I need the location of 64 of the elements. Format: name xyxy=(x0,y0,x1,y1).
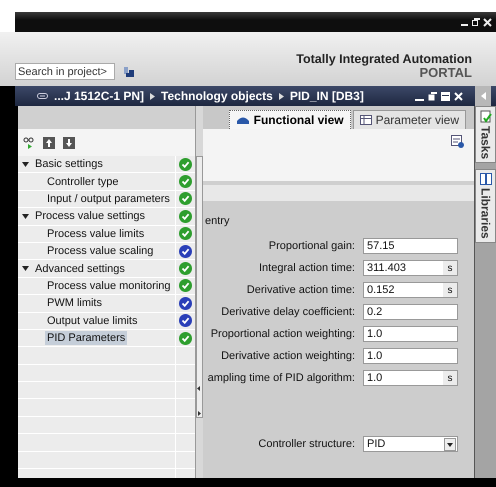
side-tab[interactable]: Tasks xyxy=(475,106,496,164)
tree-item[interactable]: Process value monitoring xyxy=(45,278,173,293)
tree-item[interactable]: PID Parameters xyxy=(45,331,128,346)
collapse-all-icon[interactable] xyxy=(63,136,75,148)
window-settings-icon[interactable] xyxy=(451,135,464,148)
unit-label: s xyxy=(443,283,457,297)
expand-arrow-icon[interactable] xyxy=(22,214,29,219)
tree-item[interactable]: Basic settings xyxy=(33,157,105,172)
expand-all-icon[interactable] xyxy=(43,136,55,148)
restore-icon[interactable] xyxy=(472,18,480,26)
dropdown-icon[interactable] xyxy=(444,438,456,450)
glasses-icon[interactable] xyxy=(23,136,35,148)
tree-item[interactable]: Output value limits xyxy=(45,314,140,328)
table-icon xyxy=(360,115,372,125)
product-subtitle: PORTAL xyxy=(420,66,472,80)
chevron-icon xyxy=(278,92,284,100)
expand-arrow-icon[interactable] xyxy=(22,162,29,167)
field-label: Derivative delay coefficient: xyxy=(220,306,356,318)
view-tab[interactable]: Functional view xyxy=(228,110,351,129)
input-field[interactable]: 57.15 xyxy=(363,238,458,254)
unit-label: s xyxy=(443,371,457,385)
field-label: Controller structure: xyxy=(257,438,356,450)
input-field[interactable]: 311.403 s xyxy=(363,260,458,276)
maximize-icon[interactable] xyxy=(441,92,450,100)
input-field[interactable]: 0.2 xyxy=(363,304,458,320)
field-label: Integral action time: xyxy=(258,262,356,274)
restore-icon[interactable] xyxy=(428,92,437,100)
tree-item[interactable]: Process value scaling xyxy=(45,244,156,258)
task-list-icon xyxy=(480,110,492,123)
breadcrumb-item[interactable]: ...J 1512C-1 PN] xyxy=(54,89,144,103)
tree-item[interactable]: Controller type xyxy=(45,174,121,189)
breadcrumb-item[interactable]: Technology objects xyxy=(161,89,273,103)
field-label: ampling time of PID algorithm: xyxy=(206,372,356,384)
field-label: Proportional action weighting: xyxy=(210,328,356,340)
search-field[interactable]: Search in project> xyxy=(15,63,115,80)
input-field[interactable]: 0.152 s xyxy=(363,282,458,298)
input-field[interactable]: 1.0 xyxy=(363,348,458,364)
link-icon xyxy=(37,92,48,100)
tree-item[interactable]: Advanced settings xyxy=(33,262,127,276)
tree-item[interactable]: PWM limits xyxy=(45,296,104,310)
tree-item[interactable]: Process value settings xyxy=(33,209,148,224)
tree-item[interactable]: Process value limits xyxy=(45,226,146,241)
close-icon[interactable] xyxy=(483,18,492,26)
right-arrow-icon[interactable] xyxy=(198,411,201,416)
splitter-handle[interactable] xyxy=(196,156,203,418)
input-field[interactable]: 1.0 s xyxy=(363,370,458,386)
product-title: Totally Integrated Automation xyxy=(296,52,472,66)
left-arrow-icon xyxy=(480,92,486,100)
dropdown-field[interactable]: PID xyxy=(363,436,458,452)
field-label: Proportional gain: xyxy=(268,240,356,252)
field-label: Derivative action weighting: xyxy=(220,350,356,362)
unit-label: s xyxy=(443,261,457,275)
side-tab[interactable]: Libraries xyxy=(475,169,496,243)
section-heading: entry xyxy=(204,215,230,227)
breadcrumb-item[interactable]: PID_IN [DB3] xyxy=(290,89,364,103)
dome-icon xyxy=(236,115,250,125)
input-field[interactable]: 1.0 xyxy=(363,326,458,342)
book-icon xyxy=(480,173,492,186)
left-arrow-icon[interactable] xyxy=(197,386,200,391)
tree-item[interactable]: Input / output parameters xyxy=(45,192,172,206)
chevron-icon xyxy=(150,92,156,100)
view-tab[interactable]: Parameter view xyxy=(352,110,466,129)
expand-arrow-icon[interactable] xyxy=(22,266,29,272)
field-label: Derivative action time: xyxy=(246,284,356,296)
